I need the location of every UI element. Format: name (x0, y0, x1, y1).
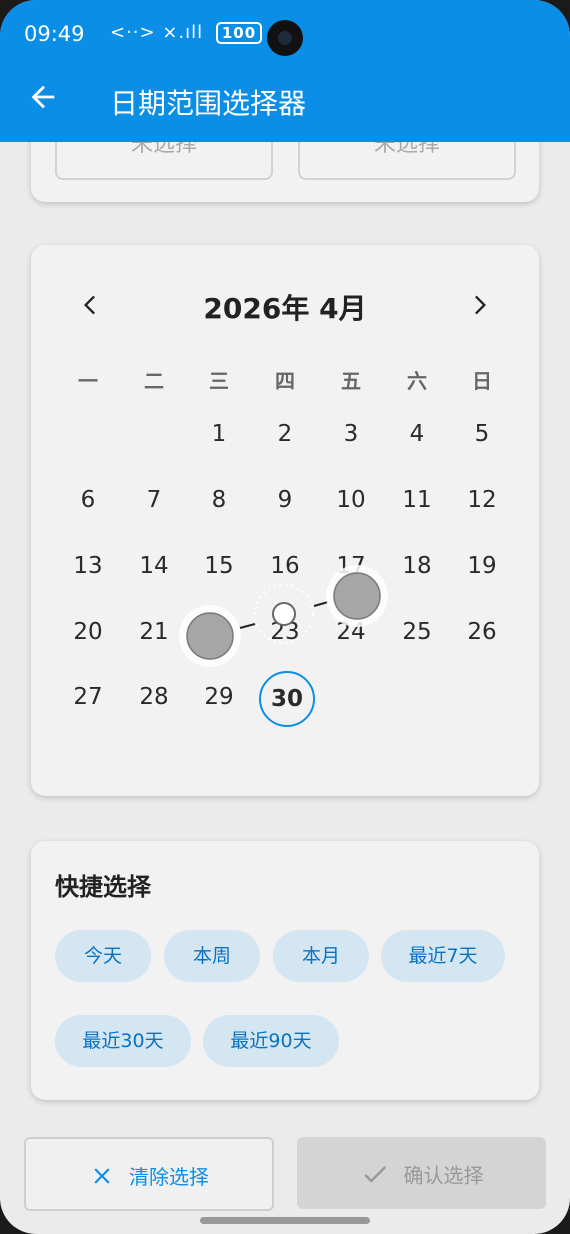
day-cell[interactable]: 28 (126, 669, 182, 725)
day-cell[interactable]: 19 (454, 538, 510, 594)
weekday-label: 二 (144, 369, 164, 393)
weekday-label: 五 (341, 369, 361, 393)
app-bar: 09:49 <··> ×.ıll 100 日期范围选择器 (0, 0, 570, 142)
day-cell[interactable]: 14 (126, 538, 182, 594)
day-cell[interactable]: 17 (323, 538, 379, 594)
day-cell[interactable]: 3 (323, 406, 379, 462)
day-cell[interactable]: 4 (389, 406, 445, 462)
quick-select-title: 快捷选择 (55, 873, 151, 901)
network-icons: <··> ×.ıll 100 (110, 22, 263, 44)
page-title: 日期范围选择器 (110, 87, 307, 120)
day-cell[interactable]: 12 (454, 472, 510, 528)
chip-last-30-days[interactable]: 最近30天 (55, 1015, 191, 1067)
check-icon (363, 1166, 386, 1183)
day-cell[interactable]: 10 (323, 472, 379, 528)
chip-last-90-days[interactable]: 最近90天 (203, 1015, 339, 1067)
day-cell[interactable]: 9 (257, 472, 313, 528)
day-cell[interactable]: 26 (454, 604, 510, 660)
calendar-card: 2026年 4月 一二三四五六日 1 2 3 4 5 6 7 8 9 10 11 12 13 14 15 16… (31, 245, 539, 796)
chevron-right-icon[interactable] (465, 291, 493, 319)
day-cell[interactable]: 13 (60, 538, 116, 594)
day-cell[interactable]: 8 (191, 472, 247, 528)
day-cell[interactable]: 29 (191, 669, 247, 725)
start-date-field[interactable]: 未选择 (55, 136, 273, 180)
status-time: 09:49 (24, 22, 85, 46)
confirm-selection-label: 确认选择 (403, 1163, 484, 1188)
weekday-label: 六 (407, 369, 427, 393)
battery-icon: 100 (215, 22, 263, 44)
day-cell[interactable]: 11 (389, 472, 445, 528)
screen: 09:49 <··> ×.ıll 100 日期范围选择器 未选择 未选择 202… (0, 0, 570, 1234)
chip-last-7-days[interactable]: 最近7天 (381, 930, 505, 982)
day-cell[interactable]: 24 (323, 604, 379, 660)
day-cell[interactable]: 2 (257, 406, 313, 462)
month-label: 2026年 4月 (203, 292, 367, 325)
weekday-label: 四 (275, 369, 295, 393)
weekday-label: 一 (78, 369, 98, 393)
chip-this-week[interactable]: 本周 (164, 930, 260, 982)
day-cell[interactable]: 20 (60, 604, 116, 660)
clear-selection-label: 清除选择 (129, 1165, 209, 1189)
day-cell[interactable]: 23 (257, 604, 313, 660)
day-cell[interactable]: 27 (60, 669, 116, 725)
end-date-field[interactable]: 未选择 (298, 136, 516, 180)
day-cell[interactable]: 15 (191, 538, 247, 594)
confirm-selection-button[interactable]: 确认选择 (297, 1137, 546, 1209)
day-cell-today[interactable]: 30 (259, 671, 315, 727)
back-arrow-icon[interactable] (26, 80, 60, 114)
chip-today[interactable]: 今天 (55, 930, 151, 982)
camera-cutout (267, 20, 303, 56)
day-cell[interactable]: 5 (454, 406, 510, 462)
quick-select-card: 快捷选择 今天 本周 本月 最近7天 最近30天 最近90天 (31, 841, 539, 1100)
chip-this-month[interactable]: 本月 (273, 930, 369, 982)
day-cell[interactable]: 21 (126, 604, 182, 660)
day-cell[interactable]: 1 (191, 406, 247, 462)
weekday-label: 日 (472, 369, 492, 393)
day-cell[interactable]: 22 (191, 604, 247, 660)
day-cell[interactable]: 18 (389, 538, 445, 594)
signal-icon: <··> ×.ıll (110, 22, 204, 43)
day-cell[interactable]: 7 (126, 472, 182, 528)
day-cell[interactable]: 6 (60, 472, 116, 528)
weekday-label: 三 (209, 369, 229, 393)
home-indicator[interactable] (200, 1217, 370, 1224)
clear-selection-button[interactable]: 清除选择 (24, 1137, 274, 1211)
day-cell[interactable]: 25 (389, 604, 445, 660)
close-icon (94, 1167, 110, 1184)
day-cell[interactable]: 16 (257, 538, 313, 594)
